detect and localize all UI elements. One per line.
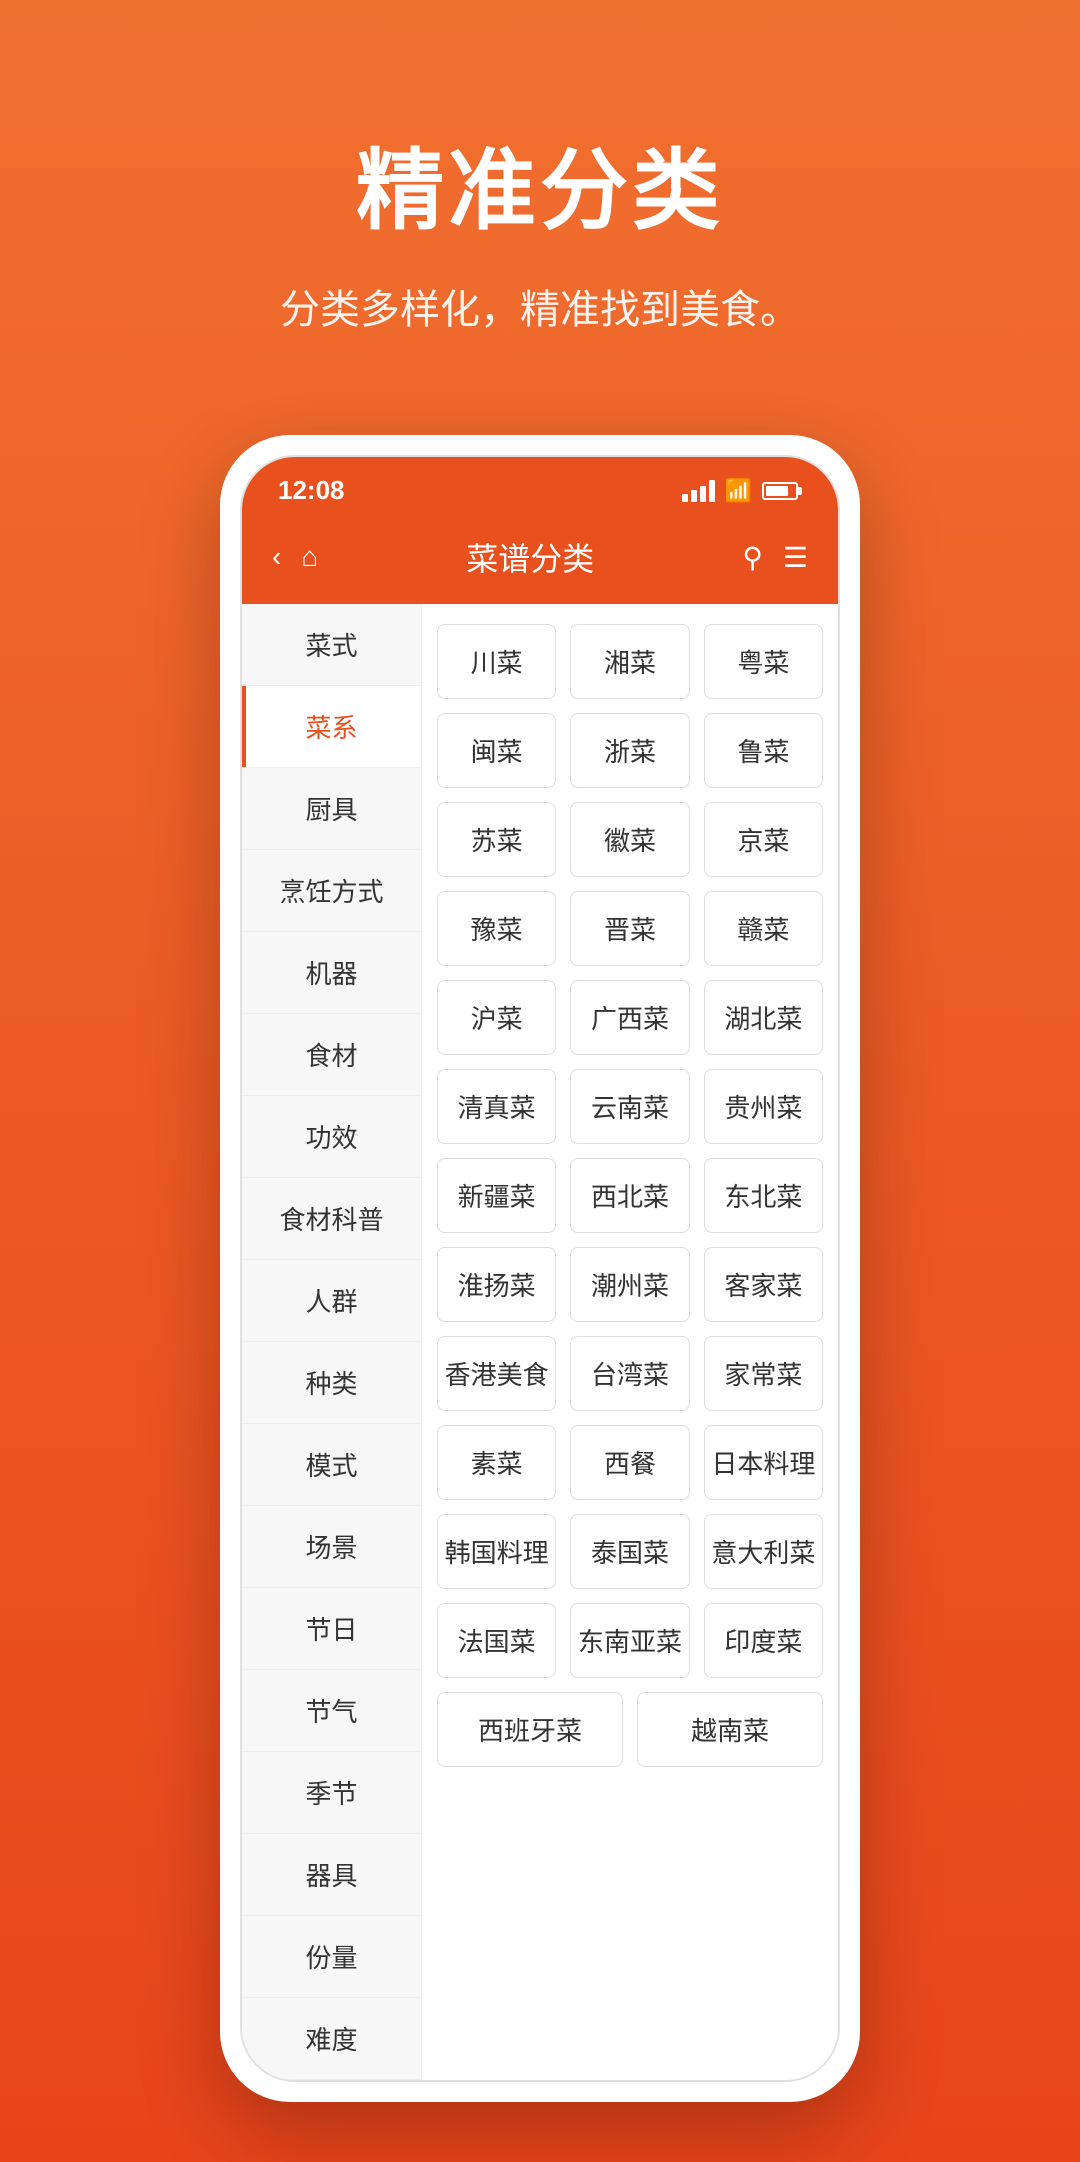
- sidebar-item-14[interactable]: 季节: [242, 1752, 421, 1834]
- tag-btn-10-0[interactable]: 韩国料理: [437, 1514, 556, 1589]
- status-bar: 12:08 📶: [242, 457, 838, 516]
- tag-btn-5-1[interactable]: 云南菜: [570, 1069, 689, 1144]
- tag-btn-0-1[interactable]: 湘菜: [570, 624, 689, 699]
- sidebar-item-6[interactable]: 功效: [242, 1096, 421, 1178]
- tag-btn-12-0[interactable]: 西班牙菜: [437, 1692, 623, 1767]
- sidebar-item-2[interactable]: 厨具: [242, 768, 421, 850]
- tag-btn-1-0[interactable]: 闽菜: [437, 713, 556, 788]
- tag-btn-1-1[interactable]: 浙菜: [570, 713, 689, 788]
- sidebar-item-12[interactable]: 节日: [242, 1588, 421, 1670]
- tag-btn-3-2[interactable]: 赣菜: [704, 891, 823, 966]
- sidebar-item-9[interactable]: 种类: [242, 1342, 421, 1424]
- grid-row-12: 西班牙菜越南菜: [437, 1692, 823, 1767]
- tag-btn-1-2[interactable]: 鲁菜: [704, 713, 823, 788]
- phone-screen: 12:08 📶 ‹ ⌂ 菜谱分类: [240, 455, 840, 2082]
- wifi-icon: 📶: [725, 478, 752, 504]
- tag-btn-5-0[interactable]: 清真菜: [437, 1069, 556, 1144]
- nav-left-buttons: ‹ ⌂: [272, 541, 318, 573]
- battery-icon: [762, 482, 802, 500]
- tag-btn-2-1[interactable]: 徽菜: [570, 802, 689, 877]
- top-section: 精准分类 分类多样化，精准找到美食。: [0, 0, 1080, 395]
- tag-btn-7-1[interactable]: 潮州菜: [570, 1247, 689, 1322]
- grid-row-9: 素菜西餐日本料理: [437, 1425, 823, 1500]
- category-sidebar: 菜式菜系厨具烹饪方式机器食材功效食材科普人群种类模式场景节日节气季节器具份量难度: [242, 604, 422, 2080]
- time-display: 12:08: [278, 475, 345, 506]
- tag-btn-7-2[interactable]: 客家菜: [704, 1247, 823, 1322]
- sidebar-item-13[interactable]: 节气: [242, 1670, 421, 1752]
- back-icon[interactable]: ‹: [272, 541, 281, 573]
- tag-btn-2-0[interactable]: 苏菜: [437, 802, 556, 877]
- sidebar-item-15[interactable]: 器具: [242, 1834, 421, 1916]
- tag-btn-9-2[interactable]: 日本料理: [704, 1425, 823, 1500]
- menu-icon[interactable]: ☰: [783, 541, 808, 574]
- main-title: 精准分类: [356, 120, 724, 247]
- sidebar-item-17[interactable]: 难度: [242, 1998, 421, 2080]
- sidebar-item-4[interactable]: 机器: [242, 932, 421, 1014]
- tag-btn-4-0[interactable]: 沪菜: [437, 980, 556, 1055]
- tag-btn-5-2[interactable]: 贵州菜: [704, 1069, 823, 1144]
- grid-row-6: 新疆菜西北菜东北菜: [437, 1158, 823, 1233]
- grid-row-1: 闽菜浙菜鲁菜: [437, 713, 823, 788]
- tag-btn-8-2[interactable]: 家常菜: [704, 1336, 823, 1411]
- sub-title: 分类多样化，精准找到美食。: [280, 277, 800, 335]
- grid-row-8: 香港美食台湾菜家常菜: [437, 1336, 823, 1411]
- sidebar-item-10[interactable]: 模式: [242, 1424, 421, 1506]
- grid-row-3: 豫菜晋菜赣菜: [437, 891, 823, 966]
- sidebar-item-16[interactable]: 份量: [242, 1916, 421, 1998]
- signal-icon: [682, 480, 715, 502]
- sidebar-item-0[interactable]: 菜式: [242, 604, 421, 686]
- nav-title: 菜谱分类: [318, 534, 742, 580]
- tag-btn-11-2[interactable]: 印度菜: [704, 1603, 823, 1678]
- tag-btn-2-2[interactable]: 京菜: [704, 802, 823, 877]
- home-icon[interactable]: ⌂: [301, 541, 318, 573]
- tag-btn-3-1[interactable]: 晋菜: [570, 891, 689, 966]
- sidebar-item-11[interactable]: 场景: [242, 1506, 421, 1588]
- search-icon[interactable]: ⚲: [742, 541, 763, 574]
- tag-btn-11-0[interactable]: 法国菜: [437, 1603, 556, 1678]
- tag-btn-8-0[interactable]: 香港美食: [437, 1336, 556, 1411]
- tag-btn-3-0[interactable]: 豫菜: [437, 891, 556, 966]
- grid-row-0: 川菜湘菜粤菜: [437, 624, 823, 699]
- tag-btn-0-0[interactable]: 川菜: [437, 624, 556, 699]
- grid-row-10: 韩国料理泰国菜意大利菜: [437, 1514, 823, 1589]
- tag-btn-11-1[interactable]: 东南亚菜: [570, 1603, 689, 1678]
- tag-btn-4-2[interactable]: 湖北菜: [704, 980, 823, 1055]
- sidebar-item-1[interactable]: 菜系: [242, 686, 421, 768]
- nav-right-buttons: ⚲ ☰: [742, 541, 808, 574]
- status-icons: 📶: [682, 478, 802, 504]
- tag-btn-9-1[interactable]: 西餐: [570, 1425, 689, 1500]
- grid-row-4: 沪菜广西菜湖北菜: [437, 980, 823, 1055]
- tag-btn-6-0[interactable]: 新疆菜: [437, 1158, 556, 1233]
- tag-btn-10-1[interactable]: 泰国菜: [570, 1514, 689, 1589]
- nav-bar: ‹ ⌂ 菜谱分类 ⚲ ☰: [242, 516, 838, 604]
- grid-row-5: 清真菜云南菜贵州菜: [437, 1069, 823, 1144]
- sidebar-item-3[interactable]: 烹饪方式: [242, 850, 421, 932]
- tag-btn-0-2[interactable]: 粤菜: [704, 624, 823, 699]
- tag-btn-8-1[interactable]: 台湾菜: [570, 1336, 689, 1411]
- category-grid: 川菜湘菜粤菜闽菜浙菜鲁菜苏菜徽菜京菜豫菜晋菜赣菜沪菜广西菜湖北菜清真菜云南菜贵州…: [422, 604, 838, 2080]
- grid-row-7: 淮扬菜潮州菜客家菜: [437, 1247, 823, 1322]
- tag-btn-12-1[interactable]: 越南菜: [637, 1692, 823, 1767]
- grid-row-11: 法国菜东南亚菜印度菜: [437, 1603, 823, 1678]
- sidebar-item-5[interactable]: 食材: [242, 1014, 421, 1096]
- tag-btn-10-2[interactable]: 意大利菜: [704, 1514, 823, 1589]
- tag-btn-4-1[interactable]: 广西菜: [570, 980, 689, 1055]
- sidebar-item-8[interactable]: 人群: [242, 1260, 421, 1342]
- tag-btn-6-1[interactable]: 西北菜: [570, 1158, 689, 1233]
- grid-row-2: 苏菜徽菜京菜: [437, 802, 823, 877]
- tag-btn-9-0[interactable]: 素菜: [437, 1425, 556, 1500]
- content-area: 菜式菜系厨具烹饪方式机器食材功效食材科普人群种类模式场景节日节气季节器具份量难度…: [242, 604, 838, 2080]
- tag-btn-6-2[interactable]: 东北菜: [704, 1158, 823, 1233]
- sidebar-item-7[interactable]: 食材科普: [242, 1178, 421, 1260]
- phone-mockup: 12:08 📶 ‹ ⌂ 菜谱分类: [220, 435, 860, 2102]
- tag-btn-7-0[interactable]: 淮扬菜: [437, 1247, 556, 1322]
